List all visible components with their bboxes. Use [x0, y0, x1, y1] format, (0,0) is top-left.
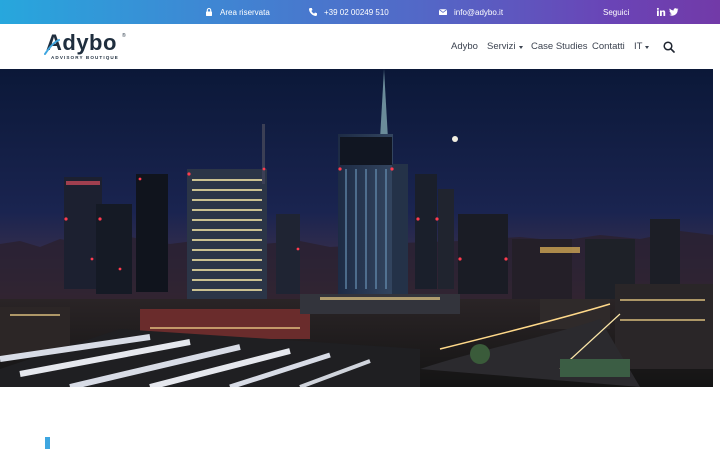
lock-icon	[206, 8, 212, 16]
hero-image	[0, 69, 713, 387]
language-label: IT	[634, 41, 643, 52]
twitter-icon[interactable]	[669, 7, 679, 17]
logo-registered-mark: ®	[122, 33, 126, 39]
social-links	[656, 0, 679, 24]
nav-item-servizi[interactable]: Servizi	[487, 24, 523, 69]
phone-number: +39 02 00249 510	[324, 7, 389, 17]
logo-swoosh-icon	[44, 39, 60, 55]
nav-label: Contatti	[592, 41, 625, 52]
section-accent-bar	[45, 437, 50, 449]
caret-down-icon	[518, 45, 523, 49]
search-button[interactable]	[663, 24, 675, 69]
site-header: Adybo ® ADVISORY BOUTIQUE Adybo Servizi …	[0, 24, 720, 69]
nav-label: Case Studies	[531, 41, 588, 52]
top-bar: Area riservata +39 02 00249 510 info@ady…	[0, 0, 720, 24]
search-icon	[663, 40, 675, 53]
phone-icon	[309, 8, 317, 16]
phone-link[interactable]: +39 02 00249 510	[308, 0, 389, 24]
email-address: info@adybo.it	[454, 7, 504, 17]
reserved-area-label: Area riservata	[220, 7, 270, 17]
city-skyline-image	[0, 69, 713, 387]
language-selector[interactable]: IT	[634, 24, 650, 69]
nav-item-contatti[interactable]: Contatti	[592, 24, 625, 69]
linkedin-icon[interactable]	[656, 7, 666, 17]
caret-down-icon	[645, 45, 650, 49]
nav-item-adybo[interactable]: Adybo	[451, 24, 478, 69]
email-link[interactable]: info@adybo.it	[438, 0, 503, 24]
reserved-area-link[interactable]: Area riservata	[204, 0, 270, 24]
follow-label: Seguici	[603, 7, 630, 17]
logo[interactable]: Adybo ® ADVISORY BOUTIQUE	[44, 30, 128, 64]
envelope-icon	[438, 9, 448, 15]
nav-label: Adybo	[451, 41, 478, 52]
nav-item-case-studies[interactable]: Case Studies	[531, 24, 588, 69]
nav-label: Servizi	[487, 41, 516, 52]
logo-tagline: ADVISORY BOUTIQUE	[51, 55, 119, 60]
